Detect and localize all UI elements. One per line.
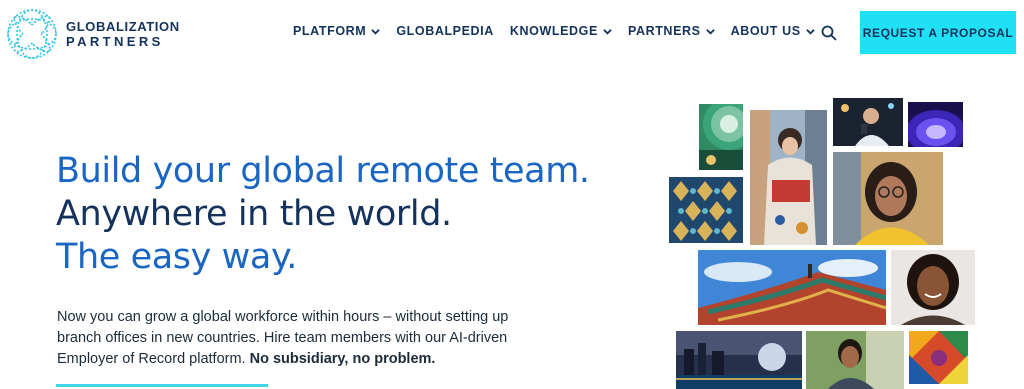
- nav-item-label: PARTNERS: [627, 24, 701, 38]
- hero-description: Now you can grow a global workforce with…: [57, 307, 537, 370]
- search-icon[interactable]: [821, 25, 837, 41]
- collage-image-temple-roof: [698, 250, 886, 325]
- collage-image-light-tunnel: [908, 102, 963, 147]
- collage-image-city-skyline: [676, 331, 802, 389]
- hero-title-line1: Build your global remote team.: [56, 151, 590, 191]
- collage-image-tile-pattern: [669, 177, 743, 243]
- logo-line2: PARTNERS: [66, 34, 164, 49]
- hero-title: Build your global remote team. Anywhere …: [56, 150, 590, 279]
- chevron-down-icon: [603, 28, 612, 35]
- collage-image-man-with-phone: [833, 98, 903, 146]
- chevron-down-icon: [805, 28, 815, 35]
- hero-title-line3: The easy way.: [56, 237, 297, 277]
- logo-ring-icon: [7, 9, 57, 59]
- collage-image-man-thinking: [806, 331, 904, 389]
- nav-item-globalpedia[interactable]: GLOBALPEDIA: [396, 24, 494, 38]
- main-nav: PLATFORM GLOBALPEDIA KNOWLEDGE PARTNERS …: [293, 24, 831, 38]
- nav-item-about-us[interactable]: ABOUT US: [731, 24, 815, 38]
- nav-item-label: ABOUT US: [730, 24, 801, 38]
- collage-image-colorful-fabric: [909, 331, 968, 384]
- nav-item-label: PLATFORM: [293, 24, 367, 38]
- logo-wordmark: GLOBALIZATION PARTNERS: [66, 19, 180, 49]
- nav-item-knowledge[interactable]: KNOWLEDGE: [510, 24, 612, 38]
- collage-image-woman-with-glasses: [833, 152, 943, 245]
- logo[interactable]: GLOBALIZATION PARTNERS: [6, 8, 180, 60]
- hero-description-emphasis: No subsidiary, no problem.: [249, 351, 436, 367]
- collage-image-mosaic-dome: [699, 104, 743, 170]
- hero-underline-decoration: [56, 384, 268, 387]
- nav-item-label: GLOBALPEDIA: [396, 24, 494, 38]
- request-proposal-button[interactable]: REQUEST A PROPOSAL: [860, 11, 1016, 54]
- nav-item-platform[interactable]: PLATFORM: [293, 24, 381, 38]
- hero-title-line2: Anywhere in the world.: [56, 194, 452, 234]
- logo-line1: GLOBALIZATION: [66, 19, 180, 34]
- collage-image-smiling-woman: [891, 250, 975, 325]
- site-header: GLOBALIZATION PARTNERS PLATFORM GLOBALPE…: [0, 0, 1024, 66]
- chevron-down-icon: [371, 28, 381, 35]
- chevron-down-icon: [705, 28, 715, 35]
- nav-item-label: KNOWLEDGE: [509, 24, 598, 38]
- nav-item-partners[interactable]: PARTNERS: [628, 24, 715, 38]
- collage-image-kimono-woman: [750, 110, 827, 245]
